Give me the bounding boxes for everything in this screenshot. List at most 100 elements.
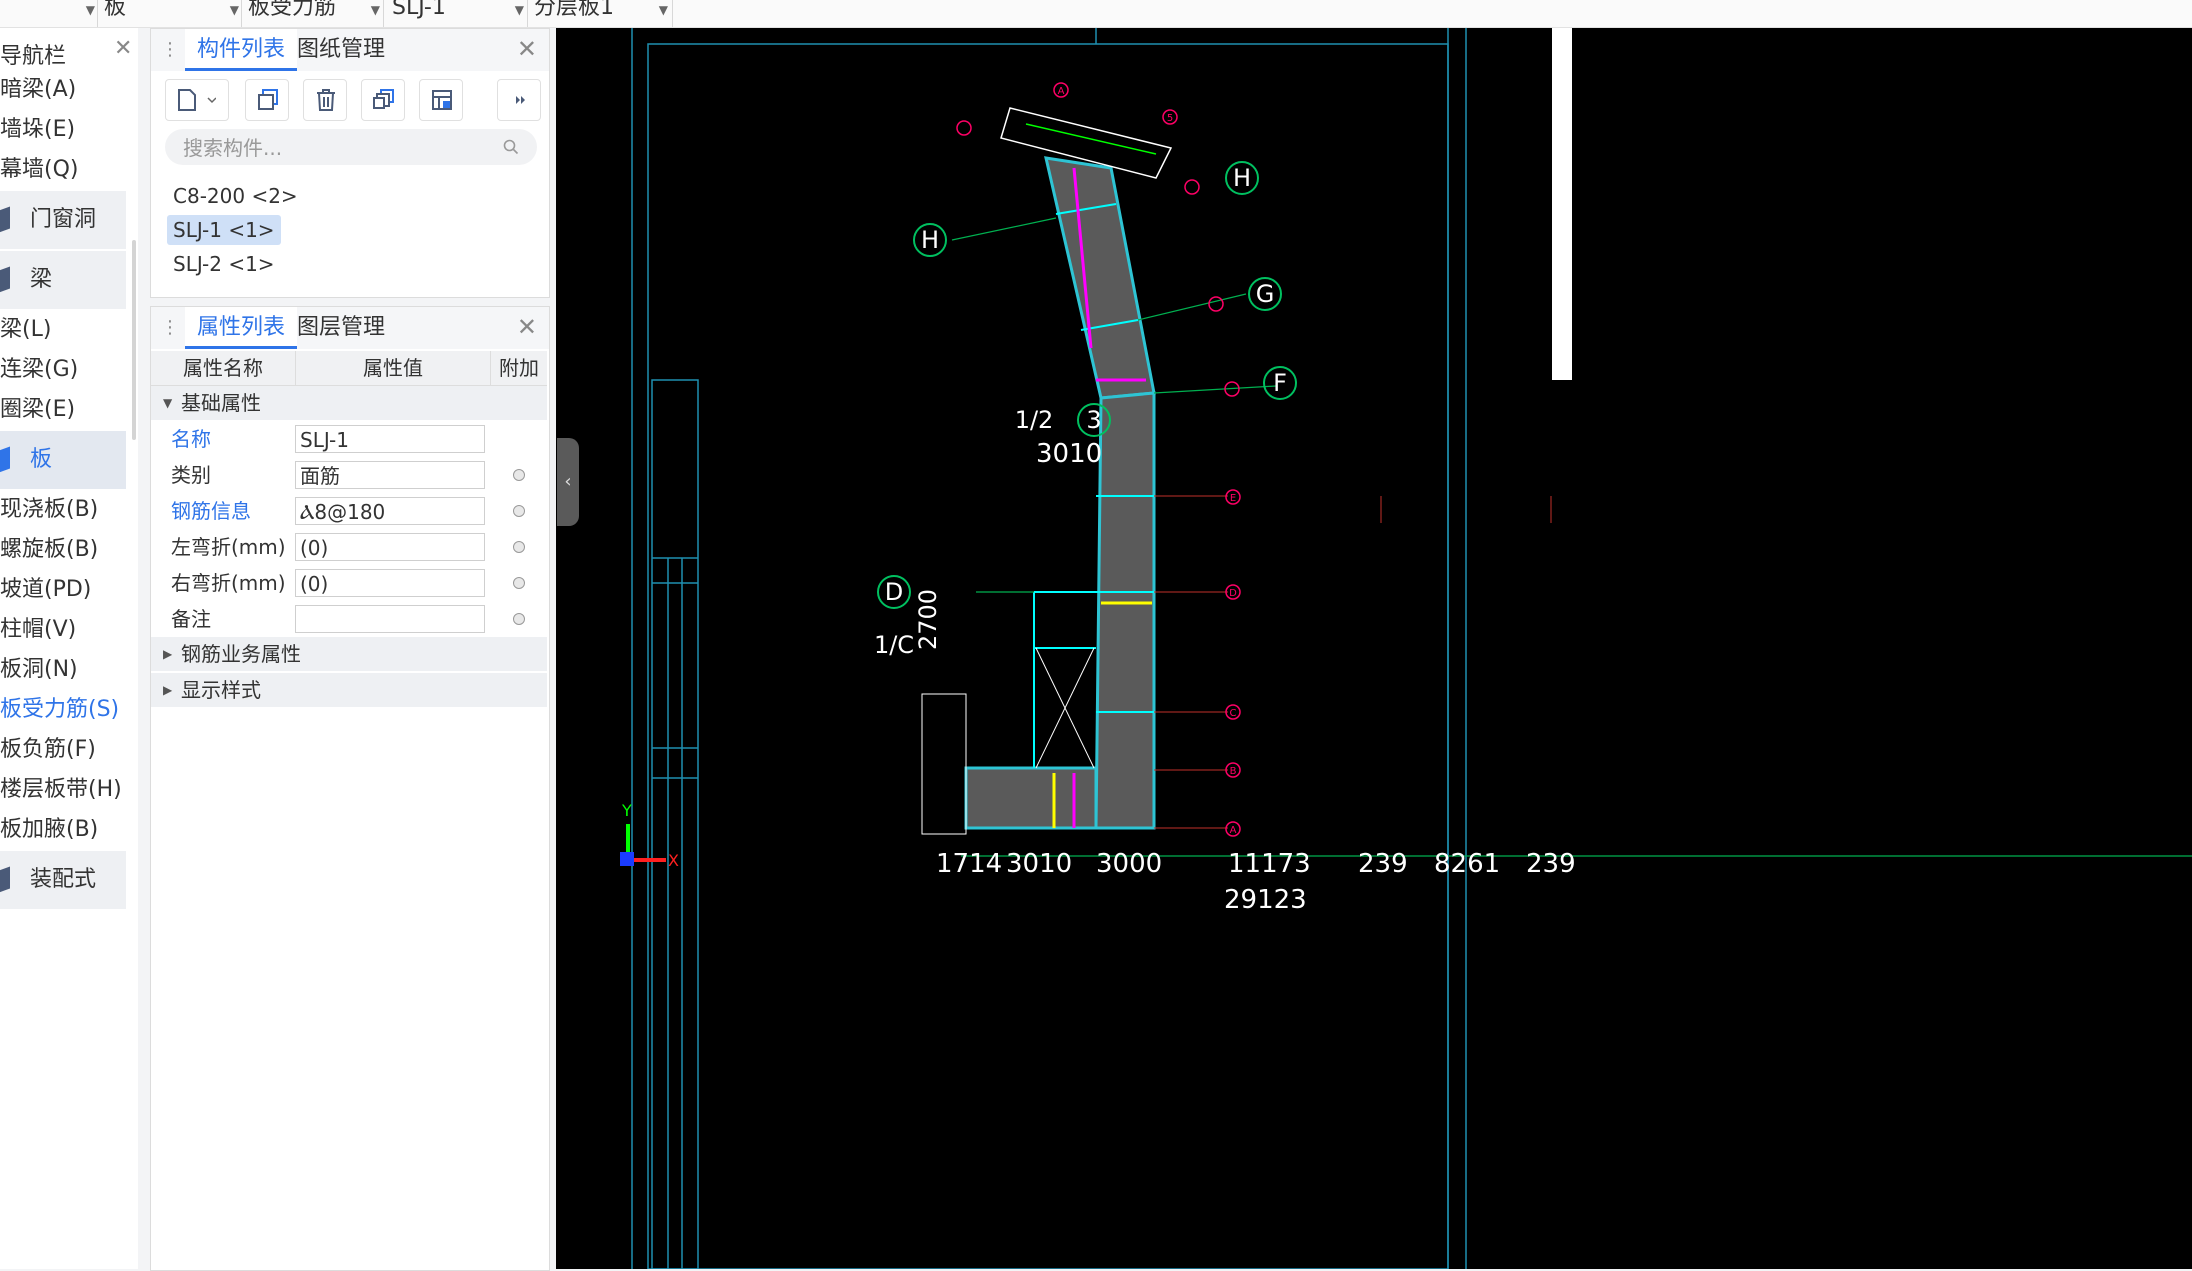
tab-drawing-management[interactable]: 图纸管理 — [297, 29, 385, 71]
nav-item[interactable]: 梁(L) — [0, 310, 126, 350]
property-value-field[interactable] — [295, 605, 485, 633]
axis-label: 1/C — [874, 631, 914, 659]
layer-dropdown[interactable]: 分层板1 ▼ — [534, 0, 668, 27]
axis-bubble-label: A — [1230, 825, 1237, 836]
tab-layer-management[interactable]: 图层管理 — [297, 307, 385, 349]
property-label: 类别 — [171, 463, 211, 487]
dimension-label: 1714 — [936, 849, 1002, 879]
dimension-label: 239 — [1358, 849, 1408, 879]
nav-category-label: 梁 — [30, 267, 53, 292]
search-input[interactable] — [181, 129, 485, 167]
tab-property-list[interactable]: 属性列表 — [185, 307, 298, 349]
dimension-label: 3010 — [1006, 849, 1072, 879]
nav-item[interactable]: 楼层板带(H) — [0, 770, 126, 810]
nav-item[interactable]: 板负筋(F) — [0, 730, 126, 770]
nav-item[interactable]: 圈梁(E) — [0, 390, 126, 430]
group-label: 基础属性 — [181, 391, 261, 415]
property-value-field[interactable]: (0) — [295, 569, 485, 597]
nav-item[interactable]: 连梁(G) — [0, 350, 126, 390]
property-row-right-bend: 右弯折(mm) (0) — [151, 565, 547, 601]
group-basic-properties[interactable]: ▼ 基础属性 — [151, 386, 547, 420]
nav-category[interactable]: 板 — [0, 431, 126, 489]
element-subtype-dropdown[interactable]: 板受力筋 ▼ — [248, 0, 380, 27]
nav-item[interactable]: 螺旋板(B) — [0, 530, 126, 570]
property-row-rebar-info: 钢筋信息 Ⲁ8@180 — [151, 493, 547, 529]
chevron-down-icon: ▼ — [370, 3, 380, 17]
attach-checkbox[interactable] — [513, 613, 525, 625]
svg-text:Y: Y — [621, 801, 632, 820]
component-item-selected[interactable]: SLJ-1 <1> — [167, 215, 281, 245]
nav-category-label: 装配式 — [30, 867, 97, 892]
attach-checkbox[interactable] — [513, 505, 525, 517]
nav-item[interactable]: 板受力筋(S) — [0, 690, 126, 730]
nav-item[interactable]: 坡道(PD) — [0, 570, 126, 610]
property-table-header: 属性名称 属性值 附加 — [151, 351, 547, 386]
property-value-field[interactable]: (0) — [295, 533, 485, 561]
category-icon — [0, 446, 10, 474]
copy-icon — [258, 89, 278, 110]
element-type-dropdown[interactable]: 板 ▼ — [104, 0, 239, 27]
attach-checkbox[interactable] — [513, 541, 525, 553]
close-icon[interactable]: ✕ — [114, 36, 132, 61]
component-list-panel: ⋮⋮ 构件列表 图纸管理 ✕ C8-200 <2> SLJ-1 <1> SLJ-… — [150, 28, 550, 298]
dimension-label: 3010 — [1036, 439, 1102, 469]
nav-item[interactable]: 暗梁(A) — [0, 70, 126, 110]
collapse-triangle-icon: ▼ — [163, 396, 173, 410]
category-icon — [0, 206, 10, 234]
attach-checkbox[interactable] — [513, 469, 525, 481]
floor-dropdown[interactable]: ▼ — [0, 0, 95, 27]
property-label: 钢筋信息 — [171, 499, 251, 523]
nav-item[interactable]: 现浇板(B) — [0, 490, 126, 530]
extract-component-button[interactable] — [419, 79, 463, 121]
tab-component-list[interactable]: 构件列表 — [185, 29, 298, 71]
property-list-panel: ⋮⋮ 属性列表 图层管理 ✕ 属性名称 属性值 附加 ▼ 基础属性 名称 SLJ-… — [150, 306, 550, 1271]
dropdown-value: SLJ-1 — [392, 0, 446, 20]
group-rebar-properties[interactable]: ▶ 钢筋业务属性 — [151, 637, 547, 671]
copy-component-button[interactable] — [245, 79, 289, 121]
property-value-field[interactable]: SLJ-1 — [295, 425, 485, 453]
property-label: 名称 — [171, 427, 211, 451]
copy-to-floor-button[interactable] — [361, 79, 405, 121]
attach-checkbox[interactable] — [513, 577, 525, 589]
svg-text:X: X — [668, 851, 679, 870]
property-value-field[interactable]: Ⲁ8@180 — [295, 497, 485, 525]
navigation-panel: 导航栏 ✕ 暗梁(A) 墙垛(E) 幕墙(Q) 门窗洞梁梁(L) 连梁(G) 圈梁(E) 板… — [0, 28, 138, 1269]
toolbar-strip: ▼ 板 ▼ 板受力筋 ▼ SLJ-1 ▼ 分层板1 ▼ — [0, 0, 2192, 28]
nav-category-label: 门窗洞 — [30, 207, 97, 232]
property-row-remark: 备注 — [151, 601, 547, 637]
drawing-canvas[interactable]: H H G F D 1/C 3 1/2 A 5 E D C B A 3010 1… — [556, 28, 2192, 1269]
axis-bubble-label: C — [1230, 708, 1237, 719]
nav-item[interactable]: 板加腋(B) — [0, 810, 126, 850]
component-item[interactable]: SLJ-2 <1> — [167, 249, 281, 279]
layers-copy-icon — [373, 89, 394, 109]
extract-icon — [432, 90, 452, 110]
nav-item[interactable]: 板洞(N) — [0, 650, 126, 690]
nav-item[interactable]: 墙垛(E) — [0, 110, 126, 150]
dropdown-value: 板 — [104, 0, 127, 20]
nav-category[interactable]: 装配式 — [0, 851, 126, 909]
nav-item[interactable]: 幕墙(Q) — [0, 150, 126, 190]
property-value-field[interactable]: 面筋 — [295, 461, 485, 489]
collapse-panel-button[interactable]: ‹ — [557, 438, 579, 526]
group-label: 钢筋业务属性 — [181, 642, 301, 666]
axis-label: H — [1233, 164, 1251, 192]
axis-label: 1/2 — [1015, 406, 1054, 434]
more-tools-button[interactable] — [497, 79, 541, 121]
nav-item[interactable]: 柱帽(V) — [0, 610, 126, 650]
expand-triangle-icon: ▶ — [163, 683, 173, 697]
delete-component-button[interactable] — [303, 79, 347, 121]
new-component-button[interactable] — [165, 79, 229, 121]
close-icon[interactable]: ✕ — [517, 313, 537, 341]
group-display-style[interactable]: ▶ 显示样式 — [151, 673, 547, 707]
nav-category[interactable]: 梁 — [0, 251, 126, 309]
group-label: 显示样式 — [181, 678, 261, 702]
close-icon[interactable]: ✕ — [517, 35, 537, 63]
nav-category[interactable]: 门窗洞 — [0, 191, 126, 249]
component-item[interactable]: C8-200 <2> — [167, 181, 304, 211]
component-dropdown[interactable]: SLJ-1 ▼ — [392, 0, 524, 27]
property-label: 右弯折(mm) — [171, 571, 286, 595]
nav-scrollbar[interactable] — [132, 240, 136, 440]
column-header-extra: 附加 — [499, 356, 539, 380]
dimension-label: 29123 — [1224, 885, 1307, 915]
search-icon[interactable] — [503, 139, 519, 155]
